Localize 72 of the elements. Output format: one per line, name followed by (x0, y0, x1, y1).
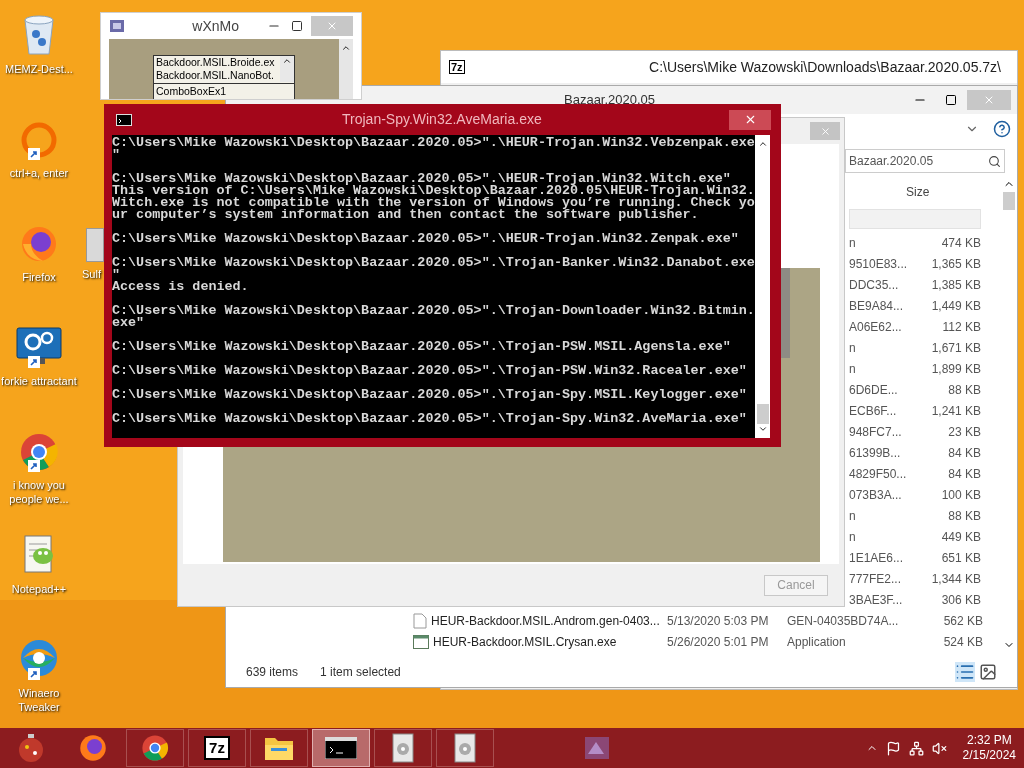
taskbar-button[interactable]: 7z (188, 729, 246, 767)
list-box[interactable]: Backdoor.MSIL.Broide.ex Backdoor.MSIL.NanoBot. ComboBoxEx1 (153, 55, 295, 99)
file-type: n (849, 507, 857, 525)
file-type: n (849, 360, 857, 378)
file-size: 449 KB (940, 528, 981, 546)
file-size: 1,241 KB (930, 402, 981, 420)
console-line: This version of C:\Users\Mike Wazowski\Desktop\Bazaar.2020.05\HEUR-Trojan.Win32. (112, 185, 755, 197)
console-line: C:\Users\Mike Wazowski\Desktop\Bazaar.2020.05>".\Trojan-PSW.MSIL.Agensla.exe" (112, 341, 732, 353)
file-size: 112 KB (941, 318, 981, 336)
file-size: 84 KB (947, 444, 981, 462)
file-size: 1,385 KB (930, 276, 981, 294)
file-size: 651 KB (940, 549, 981, 567)
file-type: ECB6F... (849, 402, 898, 420)
console-line: C:\Users\Mike Wazowski\Desktop\Bazaar.2020.05>".\Trojan-Downloader.Win32.Bitmin. (112, 305, 755, 317)
console-line: ur computer’s system information and then contact the software publisher. (112, 209, 700, 221)
archiver-logo: 7z (204, 736, 230, 760)
file-size: 562 KB (942, 612, 983, 630)
file-type: A06E62... (849, 318, 903, 336)
file-type: 073B3A... (849, 486, 903, 504)
window-title: C:\Users\Mike Wazowski\Downloads\Bazaar.2020.05.7z\ (649, 57, 1001, 77)
file-type: 948FC7... (849, 423, 903, 441)
file-size: 88 KB (947, 507, 981, 525)
search-field[interactable]: Bazaar.2020.05 (845, 149, 1005, 173)
file-type: 3BAE3F... (849, 591, 903, 609)
file-type: 6D6DE... (849, 381, 899, 399)
selection-count: 1 item selected (320, 664, 401, 681)
combo-box[interactable]: ComboBoxEx1 (154, 83, 294, 98)
window-title: Trojan-Spy.Win32.AveMaria.exe (342, 110, 542, 129)
archiver-logo: 7z (449, 60, 465, 74)
column-header[interactable]: Size (906, 183, 930, 201)
item-count: 639 items (246, 664, 299, 681)
file-date: 5/13/2020 5:03 PM (667, 612, 770, 630)
file-size: 1,449 KB (930, 297, 981, 315)
file-type: BE9A84... (849, 297, 903, 315)
file-type: 61399B... (849, 444, 902, 462)
file-type: DDC35... (849, 276, 900, 294)
console-line: C:\Users\Mike Wazowski\Desktop\Bazaar.2020.05>".\Trojan-Spy.Win32.AveMaria.exe" (112, 413, 748, 425)
file-type: 777FE2... (849, 570, 903, 588)
file-name[interactable]: HEUR-Backdoor.MSIL.Crysan.exe (413, 632, 667, 651)
console-line: " (112, 269, 121, 281)
console-line: C:\Users\Mike Wazowski\Desktop\Bazaar.2020.05>".\HEUR-Trojan.Win32.Witch.exe" (112, 173, 731, 185)
file-size: 1,671 KB (930, 339, 981, 357)
console-line: C:\Users\Mike Wazowski\Desktop\Bazaar.2020.05>".\HEUR-Trojan.Win32.Vebzenpak.exe (112, 137, 755, 149)
console-line: C:\Users\Mike Wazowski\Desktop\Bazaar.2020.05>".\Trojan-Spy.MSIL.Keylogger.exe" (112, 389, 748, 401)
window-title: Bazaar.2020.05 (564, 91, 656, 110)
list-item[interactable]: Backdoor.MSIL.NanoBot. (154, 69, 280, 82)
window-title: wXnMo (192, 16, 239, 36)
file-size: 524 KB (942, 633, 983, 651)
file-type: Application (787, 633, 847, 651)
file-type: n (849, 528, 857, 546)
console-line: Witch.exe is not compatible with the version of Windows you’re running. Check yo (112, 197, 755, 209)
file-size: 474 KB (940, 234, 981, 252)
file-size: 1,344 KB (930, 570, 981, 588)
clock[interactable]: 2:32 PM 2/15/2024 (954, 733, 1024, 763)
file-type: n (849, 234, 857, 252)
file-name[interactable]: HEUR-Backdoor.MSIL.Androm.gen-0403... (413, 611, 667, 630)
file-size: 23 KB (947, 423, 981, 441)
file-size: 100 KB (940, 486, 981, 504)
file-date: 5/26/2020 5:01 PM (667, 633, 770, 651)
list-item[interactable]: Backdoor.MSIL.Broide.ex (154, 56, 280, 69)
file-type: n (849, 339, 857, 357)
file-type: GEN-04035BD74A... (787, 612, 900, 630)
file-type: 1E1AE6... (849, 549, 903, 567)
console-line: exe" (112, 317, 146, 329)
console-line: Access is denied. (112, 281, 250, 293)
file-size: 306 KB (940, 591, 981, 609)
file-size: 1,899 KB (930, 360, 981, 378)
file-size: 88 KB (947, 381, 981, 399)
console-line: C:\Users\Mike Wazowski\Desktop\Bazaar.2020.05>".\HEUR-Trojan.Win32.Zenpak.exe" (112, 233, 740, 245)
console-line: C:\Users\Mike Wazowski\Desktop\Bazaar.2020.05>".\Trojan-Banker.Win32.Danabot.exe (112, 257, 755, 269)
console-line: " (112, 149, 122, 161)
console-line: C:\Users\Mike Wazowski\Desktop\Bazaar.2020.05>".\Trojan-PSW.Win32.Racealer.exe" (112, 365, 748, 377)
